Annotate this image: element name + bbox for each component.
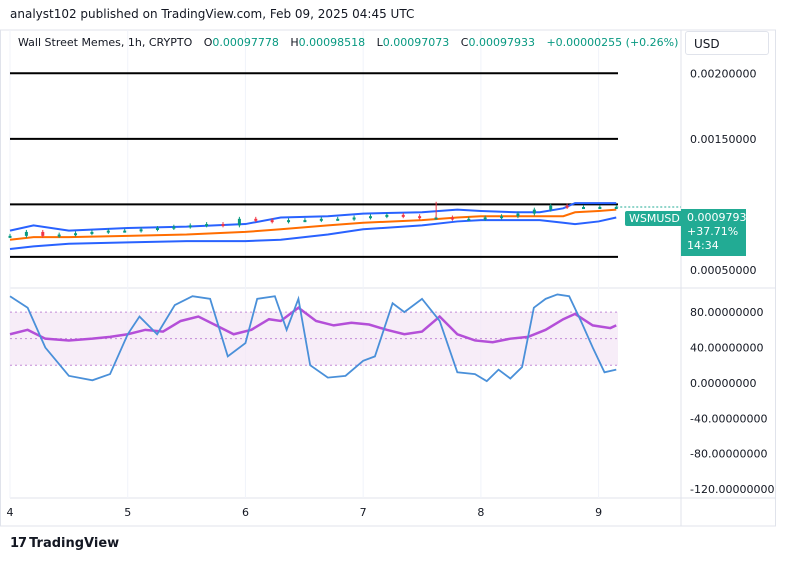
chart-frame <box>0 29 776 527</box>
publisher-line: analyst102 published on TradingView.com,… <box>10 7 415 21</box>
low-value: 0.00097073 <box>382 36 450 49</box>
candle-body <box>319 218 323 221</box>
stoch-tick-label: -80.00000000 <box>690 448 767 461</box>
candle-body <box>450 217 454 220</box>
candle-body <box>221 224 225 227</box>
chart-border <box>0 29 776 527</box>
time-tick-label: 7 <box>360 506 367 519</box>
candle-body <box>74 233 78 236</box>
price-tick-label: 0.00200000 <box>690 67 756 80</box>
candle-body <box>581 207 585 210</box>
time-tick-label: 6 <box>242 506 249 519</box>
candle-body <box>500 216 504 219</box>
candle-body <box>336 218 340 221</box>
open-value: 0.00097778 <box>212 36 279 49</box>
high-label: H <box>290 36 299 49</box>
candle-body <box>598 207 602 210</box>
time-tick-label: 5 <box>124 506 131 519</box>
candle-body <box>123 230 127 233</box>
candle-body <box>254 218 258 221</box>
bb-lower-line <box>9 216 617 250</box>
candle-body <box>106 230 110 233</box>
candle-body <box>24 231 28 236</box>
candle-body <box>90 231 94 234</box>
candle-body <box>57 234 61 237</box>
candle-body <box>352 217 356 220</box>
candle-body <box>516 213 520 217</box>
candle-body <box>188 225 192 228</box>
time-tick-label: 8 <box>477 506 484 519</box>
stoch-tick-label: -120.00000000 <box>690 483 774 496</box>
candle-body <box>303 220 307 223</box>
candle-body <box>287 220 291 223</box>
candle-body <box>270 220 274 223</box>
high-value: 0.00098518 <box>298 36 366 49</box>
stoch-tick-label: 80.00000000 <box>690 306 763 319</box>
candle-body <box>172 226 176 229</box>
symbol-tag: WSMUSD <box>625 211 684 226</box>
chart-grid <box>9 30 600 498</box>
candle-body <box>483 217 487 220</box>
bollinger-bands <box>9 202 617 250</box>
symbol-name: Wall Street Memes, 1h, CRYPTO <box>18 36 193 49</box>
stoch-tick-label: 0.00000000 <box>690 377 756 390</box>
candle-body <box>41 231 45 236</box>
time-axis: 4 5 6 7 8 9 <box>7 506 603 519</box>
bar-countdown: 14:34 <box>687 239 719 252</box>
candle-body <box>401 214 405 217</box>
price-tick-label: 0.00150000 <box>690 133 756 146</box>
price-tick-label: 0.00050000 <box>690 264 756 277</box>
candle-body <box>8 235 12 238</box>
brand-name: TradingView <box>29 536 120 551</box>
time-tick-label: 9 <box>595 506 602 519</box>
currency-button[interactable]: USD <box>685 31 769 55</box>
last-price: 0.00097933 <box>687 211 754 224</box>
candle-body <box>155 227 159 230</box>
ohlc-legend: Wall Street Memes, 1h, CRYPTO O0.0009777… <box>18 36 678 49</box>
tradingview-logo-icon: 17 <box>10 536 27 551</box>
candle-body <box>549 205 553 210</box>
candle-body <box>205 224 209 227</box>
candle-body <box>385 214 389 217</box>
chart-canvas: 0.002000000.001500000.0005000080.0000000… <box>0 29 776 527</box>
candle-body <box>532 209 536 214</box>
change-percent: +37.71% <box>687 225 739 238</box>
tradingview-brand: 17 TradingView <box>10 536 119 551</box>
stoch-tick-label: -40.00000000 <box>690 412 767 425</box>
last-price-tag: 0.00097933 +37.71% 14:34 <box>681 209 754 256</box>
stoch-tick-label: 40.00000000 <box>690 342 763 355</box>
change-value: +0.00000255 (+0.26%) <box>546 36 679 49</box>
candle-body <box>418 216 422 219</box>
close-value: 0.00097933 <box>468 36 535 49</box>
candle-body <box>368 216 372 219</box>
candle-body <box>565 205 569 208</box>
candle-body <box>139 229 143 232</box>
candle-body <box>434 217 438 220</box>
candle-body <box>237 218 241 226</box>
time-tick-label: 4 <box>7 506 14 519</box>
candle-body <box>467 218 471 221</box>
price-axis: 0.00200000 0.00150000 0.00050000 80.0000000… <box>690 67 774 496</box>
